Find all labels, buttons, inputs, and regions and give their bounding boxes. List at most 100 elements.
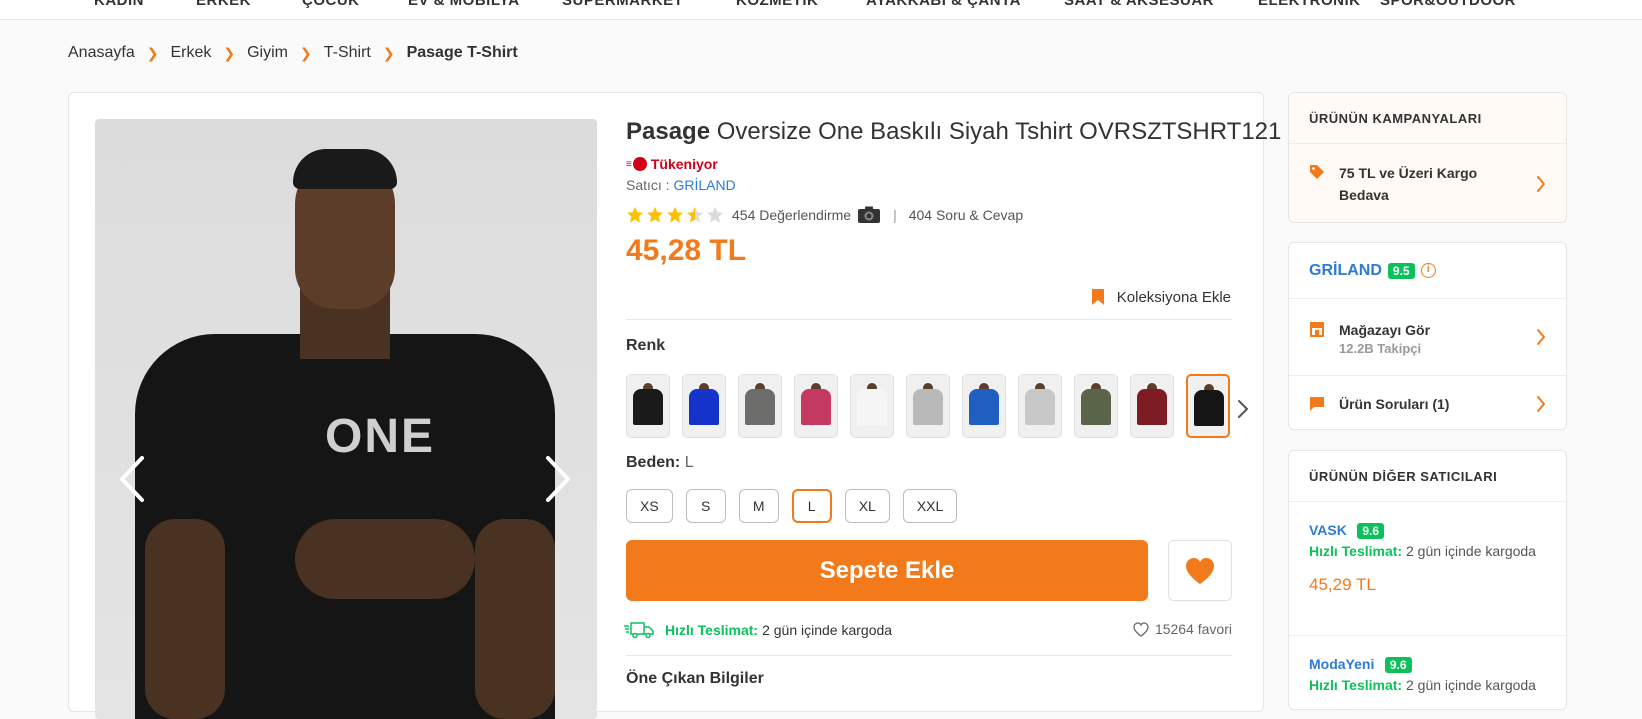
color-swatches <box>626 374 1242 438</box>
product-price: 45,28 TL <box>626 234 747 267</box>
store-score-badge: 9.5 <box>1387 262 1415 279</box>
color-swatch[interactable] <box>794 374 838 438</box>
image-prev-button[interactable] <box>113 449 153 509</box>
size-option-xl[interactable]: XL <box>844 489 890 523</box>
tshirt-thumbnail <box>801 389 831 425</box>
breadcrumb-giyim[interactable]: Giyim <box>247 44 288 62</box>
nav-item-saat-aksesuar[interactable]: SAAT & AKSESUAR <box>1064 0 1214 9</box>
clock-icon <box>632 157 647 171</box>
chevron-right-icon[interactable] <box>1236 398 1250 420</box>
nav-item-ev-mobilya[interactable]: EV & MOBİLYA <box>408 0 520 9</box>
tshirt-thumbnail <box>1081 389 1111 425</box>
nav-item-ayakkabi-canta[interactable]: AYAKKABI & ÇANTA <box>866 0 1021 9</box>
model-hands <box>295 519 475 599</box>
color-swatch[interactable] <box>1074 374 1118 438</box>
color-swatch[interactable] <box>850 374 894 438</box>
other-seller-name[interactable]: VASK <box>1309 522 1347 538</box>
breadcrumb-erkek[interactable]: Erkek <box>170 44 211 62</box>
tag-icon <box>1310 165 1324 179</box>
heart-outline-icon <box>1133 621 1149 637</box>
collection-label: Koleksiyona Ekle <box>1116 288 1231 306</box>
size-option-l[interactable]: L <box>791 489 832 523</box>
color-swatch[interactable] <box>906 374 950 438</box>
product-questions-row[interactable]: Ürün Soruları (1) <box>1289 376 1566 429</box>
color-swatch[interactable] <box>1018 374 1062 438</box>
divider <box>626 655 1232 656</box>
product-image[interactable]: ONE <box>95 119 597 719</box>
star-full-icon <box>666 206 684 223</box>
nav-item-erkek[interactable]: ERKEK <box>196 0 251 9</box>
color-swatch[interactable] <box>682 374 726 438</box>
breadcrumb: Anasayfa ❯ Erkek ❯ Giyim ❯ T-Shirt ❯ Pas… <box>68 44 518 62</box>
nav-item-supermarket[interactable]: SÜPERMARKET <box>562 0 683 9</box>
campaigns-title: ÜRÜNÜN KAMPANYALARI <box>1289 93 1566 144</box>
info-icon[interactable]: i <box>1420 263 1436 278</box>
chevron-right-icon <box>1537 175 1545 192</box>
size-option-m[interactable]: M <box>738 489 779 523</box>
nav-item-elektronik[interactable]: ELEKTRONİK <box>1258 0 1361 9</box>
rating-row: 454 Değerlendirme | 404 Soru & Cevap <box>626 206 1023 224</box>
seller-link[interactable]: GRİLAND <box>673 177 735 193</box>
breadcrumb-anasayfa[interactable]: Anasayfa <box>68 44 135 62</box>
nav-item-kozmetik[interactable]: KOZMETİK <box>736 0 818 9</box>
model-arm-left <box>145 519 225 719</box>
chevron-right-icon: ❯ <box>223 44 236 61</box>
campaign-item[interactable]: 75 TL ve Üzeri Kargo Bedava <box>1289 144 1566 222</box>
fast-delivery-label: Hızlı Teslimat: <box>665 622 759 638</box>
delivery-text: 2 gün içinde kargoda <box>1405 677 1536 693</box>
store-name[interactable]: GRİLAND <box>1309 262 1382 280</box>
tshirt-thumbnail <box>745 389 775 425</box>
seller-info: Satıcı : GRİLAND <box>626 177 736 193</box>
color-swatch[interactable] <box>962 374 1006 438</box>
other-seller-price: 45,29 TL <box>1309 575 1376 594</box>
speed-lines-icon: ≡ <box>626 158 632 170</box>
review-count[interactable]: 454 Değerlendirme <box>732 207 851 223</box>
color-swatch[interactable] <box>738 374 782 438</box>
qa-count[interactable]: 404 Soru & Cevap <box>909 207 1023 223</box>
visit-store-row[interactable]: Mağazayı Gör 12.2B Takipçi <box>1289 299 1566 376</box>
other-seller-score: 9.6 <box>1357 523 1384 539</box>
visit-store-text: Mağazayı Gör 12.2B Takipçi <box>1339 319 1430 356</box>
tshirt-thumbnail <box>1025 389 1055 425</box>
nav-item-spor-outdoor[interactable]: SPOR&OUTDOOR <box>1380 0 1516 9</box>
other-seller-item[interactable]: ModaYeni 9.6 Hızlı Teslimat: 2 gün içind… <box>1289 636 1566 693</box>
tshirt-thumbnail <box>633 389 663 425</box>
delivery-text: 2 gün içinde kargoda <box>1405 543 1536 559</box>
favorite-count-text: 15264 favori <box>1154 621 1232 637</box>
color-swatch[interactable] <box>626 374 670 438</box>
camera-icon <box>858 206 881 223</box>
star-half-icon <box>686 206 704 223</box>
color-swatch[interactable] <box>1130 374 1174 438</box>
breadcrumb-tshirt[interactable]: T-Shirt <box>324 44 371 62</box>
delivery-text: 2 gün içinde kargoda <box>762 622 893 638</box>
chevron-right-icon: ❯ <box>299 44 312 61</box>
image-next-button[interactable] <box>537 449 577 509</box>
visit-store-label: Mağazayı Gör <box>1339 321 1431 338</box>
other-seller-item[interactable]: VASK 9.6 Hızlı Teslimat: 2 gün içinde ka… <box>1289 502 1566 636</box>
fast-delivery-label: Hızlı Teslimat: <box>1309 543 1403 559</box>
color-swatch[interactable] <box>1186 374 1230 438</box>
size-option-s[interactable]: S <box>685 489 726 523</box>
star-full-icon <box>646 206 664 223</box>
favorite-button[interactable] <box>1168 540 1232 601</box>
chevron-right-icon: ❯ <box>146 44 159 61</box>
store-header: GRİLAND 9.5 i <box>1289 243 1566 299</box>
delivery-info: Hızlı Teslimat: 2 gün içinde kargoda <box>623 621 892 639</box>
add-to-cart-button[interactable]: Sepete Ekle <box>626 540 1148 601</box>
size-option-xxl[interactable]: XXL <box>902 489 958 523</box>
product-questions-label: Ürün Soruları (1) <box>1339 395 1450 412</box>
stock-label: Tükeniyor <box>650 156 718 172</box>
nav-item-kadin[interactable]: KADIN <box>94 0 144 9</box>
other-seller-name[interactable]: ModaYeni <box>1309 656 1374 672</box>
follower-count: 12.2B Takipçi <box>1339 340 1422 356</box>
star-empty-icon <box>706 206 724 223</box>
breadcrumb-current: Pasage T-Shirt <box>406 44 518 61</box>
add-to-collection[interactable]: Koleksiyona Ekle <box>1091 288 1231 306</box>
divider <box>626 319 1232 320</box>
product-brand[interactable]: Pasage <box>626 118 710 145</box>
campaign-text: 75 TL ve Üzeri Kargo Bedava <box>1339 164 1478 203</box>
product-title: Pasage Oversize One Baskılı Siyah Tshirt… <box>626 118 1281 146</box>
size-option-xs[interactable]: XS <box>626 489 673 523</box>
store-icon <box>1310 322 1324 337</box>
nav-item-cocuk[interactable]: ÇOCUK <box>302 0 360 9</box>
